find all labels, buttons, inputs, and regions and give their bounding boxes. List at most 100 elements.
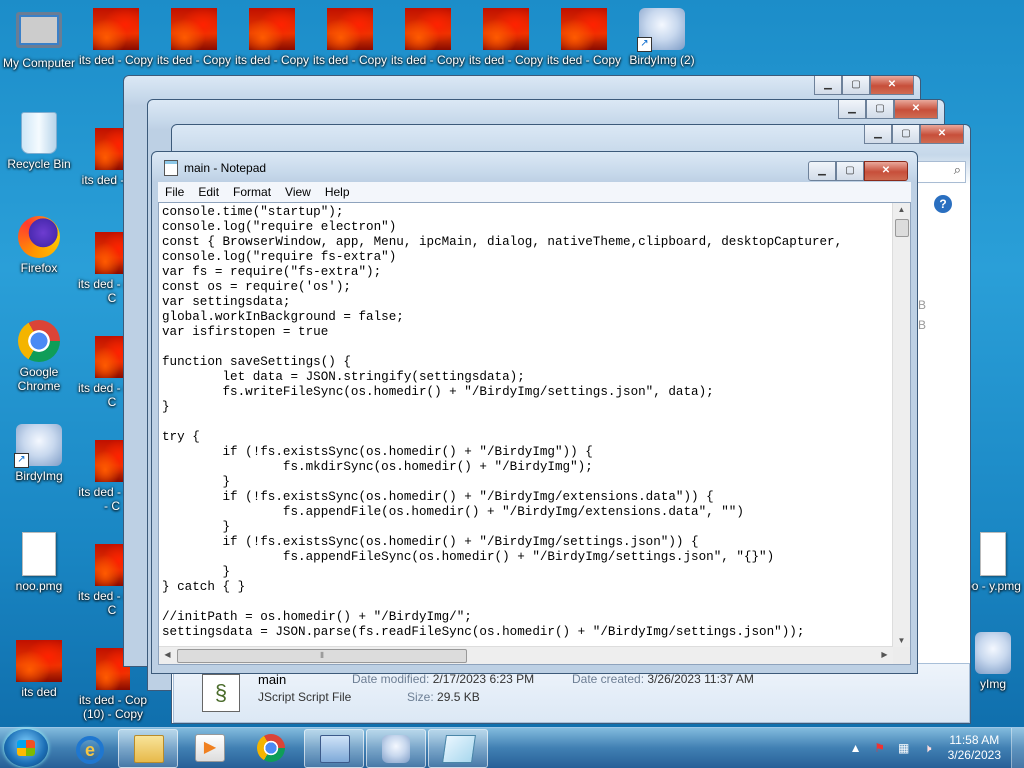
- details-size: Size: 29.5 KB: [407, 690, 480, 704]
- taskbar-internet-explorer[interactable]: e: [58, 729, 116, 766]
- vertical-scroll-thumb[interactable]: [895, 219, 909, 237]
- minimize-button[interactable]: ▁: [864, 125, 892, 144]
- taskbar-birdyimg[interactable]: [366, 729, 426, 768]
- vertical-scrollbar[interactable]: ▲ ▼: [892, 203, 910, 647]
- computer-icon: [16, 12, 62, 48]
- network-icon[interactable]: ▦: [896, 740, 912, 756]
- start-button[interactable]: [4, 729, 48, 767]
- scrollbar-corner: [893, 647, 910, 664]
- desktop-icon-recycle-bin[interactable]: Recycle Bin: [0, 112, 78, 171]
- desktop-icon-label: its ded - Copy: [78, 53, 154, 67]
- menu-format[interactable]: Format: [226, 185, 278, 199]
- desktop-icon-firefox[interactable]: Firefox: [0, 216, 78, 275]
- desktop-icon-label: oo - y.pmg: [965, 579, 1021, 593]
- horizontal-scroll-thumb[interactable]: ⦀: [177, 649, 467, 663]
- desktop-icon-its-ded-copy[interactable]: its ded - Copy: [233, 8, 311, 67]
- volume-muted-icon[interactable]: 🕨: [920, 740, 936, 756]
- desktop-icon-label: its ded - Copy: [468, 53, 544, 67]
- menu-view[interactable]: View: [278, 185, 318, 199]
- window-controls: ▁ ▢ ✕: [864, 125, 964, 144]
- taskbar-notepad[interactable]: [428, 729, 488, 768]
- scroll-left-arrow-icon[interactable]: ◀: [159, 650, 176, 659]
- desktop-icon-my-computer[interactable]: My Computer: [0, 8, 78, 70]
- window-controls: ▁ ▢ ✕: [838, 100, 938, 119]
- scroll-down-arrow-icon[interactable]: ▼: [893, 636, 910, 645]
- chrome-icon: [18, 320, 60, 362]
- recycle-bin-icon: [21, 112, 57, 154]
- clock[interactable]: 11:58 AM 3/26/2023: [948, 733, 1001, 763]
- desktop-icon-oo-y-pmg[interactable]: oo - y.pmg: [962, 532, 1024, 593]
- desktop-icon-noo-pmg[interactable]: noo.pmg: [0, 532, 78, 593]
- text-editor[interactable]: console.time("startup"); console.log("re…: [158, 202, 911, 665]
- taskbar: e ▶ ▲ ⚑ ▦ 🕨 11:58 AM 3/26/2023: [0, 727, 1024, 768]
- shortcut-arrow-icon: ↗: [637, 37, 652, 52]
- minimize-button[interactable]: ▁: [808, 161, 836, 181]
- size-column-fragment: B B: [917, 298, 926, 332]
- minimize-button[interactable]: ▁: [814, 76, 842, 95]
- details-modified: Date modified: 2/17/2023 6:23 PM: [352, 672, 535, 686]
- scroll-right-arrow-icon[interactable]: ▶: [876, 650, 893, 659]
- desktop-icon-label: Google Chrome: [17, 365, 61, 393]
- details-file-name: main: [258, 672, 287, 687]
- show-hidden-icons-icon[interactable]: ▲: [848, 740, 864, 756]
- desktop-icon-label: its ded - Cop (10) - Copy: [78, 693, 148, 721]
- details-created: Date created: 3/26/2023 11:37 AM: [572, 672, 754, 686]
- taskbar-chrome[interactable]: [242, 729, 300, 766]
- desktop-icon-its-ded-copy[interactable]: its ded - Copy: [467, 8, 545, 67]
- birdyimg-icon: ↗: [637, 8, 685, 52]
- clock-time: 11:58 AM: [949, 733, 1000, 747]
- horizontal-scrollbar[interactable]: ◀ ⦀ ▶: [159, 646, 893, 664]
- birdyimg-icon: [975, 632, 1011, 674]
- system-tray: ▲ ⚑ ▦ 🕨 11:58 AM 3/26/2023: [844, 728, 1024, 768]
- desktop-icon-birdyimg-2[interactable]: ↗ BirdyImg (2): [623, 8, 701, 67]
- fire-image-icon: [327, 8, 373, 50]
- internet-explorer-icon: e: [76, 736, 104, 764]
- desktop-icon-label: noo.pmg: [15, 579, 63, 593]
- menu-edit[interactable]: Edit: [191, 185, 226, 199]
- maximize-button[interactable]: ▢: [836, 161, 864, 181]
- close-button[interactable]: ✕: [920, 125, 964, 144]
- close-button[interactable]: ✕: [864, 161, 908, 181]
- taskbar-windows-explorer[interactable]: [118, 729, 178, 768]
- desktop-icon-its-ded-copy[interactable]: its ded - Copy: [155, 8, 233, 67]
- shortcut-arrow-icon: ↗: [14, 453, 29, 468]
- show-desktop-button[interactable]: [1011, 728, 1024, 768]
- desktop-icon-label: BirdyImg: [15, 469, 63, 483]
- help-icon[interactable]: ?: [934, 195, 952, 213]
- maximize-button[interactable]: ▢: [866, 100, 894, 119]
- close-button[interactable]: ✕: [894, 100, 938, 119]
- close-button[interactable]: ✕: [870, 76, 914, 95]
- minimize-button[interactable]: ▁: [838, 100, 866, 119]
- maximize-button[interactable]: ▢: [892, 125, 920, 144]
- editor-text[interactable]: console.time("startup"); console.log("re…: [162, 205, 892, 647]
- desktop-icon-its-ded-copy[interactable]: its ded - Copy: [77, 8, 155, 67]
- desktop-icon-its-ded-copy[interactable]: its ded - Copy: [545, 8, 623, 67]
- desktop-icon-label: My Computer: [2, 56, 76, 70]
- notepad-window[interactable]: main - Notepad ▁ ▢ ✕ File Edit Format Vi…: [151, 151, 918, 674]
- desktop-icon-its-ded-copy[interactable]: its ded - Copy: [389, 8, 467, 67]
- window-controls: ▁ ▢ ✕: [814, 76, 914, 95]
- search-box[interactable]: ⌕: [910, 161, 966, 183]
- desktop-icon-its-ded-copy[interactable]: its ded - Copy: [311, 8, 389, 67]
- menu-file[interactable]: File: [158, 185, 191, 199]
- blank-file-icon: [22, 532, 56, 576]
- fire-image-icon: [405, 8, 451, 50]
- menu-help[interactable]: Help: [318, 185, 357, 199]
- taskbar-control-panel[interactable]: [304, 729, 364, 768]
- birdyimg-icon: ↗: [14, 424, 62, 468]
- action-center-flag-icon[interactable]: ⚑: [872, 740, 888, 756]
- media-player-icon: ▶: [195, 734, 225, 762]
- fire-image-icon: [561, 8, 607, 50]
- desktop-icon-birdyimg[interactable]: ↗ BirdyImg: [0, 424, 78, 483]
- scroll-up-arrow-icon[interactable]: ▲: [893, 205, 910, 214]
- taskbar-media-player[interactable]: ▶: [180, 729, 238, 766]
- desktop-icon-its-ded[interactable]: its ded: [0, 640, 78, 699]
- desktop-icon-google-chrome[interactable]: Google Chrome: [0, 320, 78, 393]
- maximize-button[interactable]: ▢: [842, 76, 870, 95]
- fire-image-icon: [249, 8, 295, 50]
- clock-date: 3/26/2023: [947, 748, 1001, 762]
- desktop-icon-yimg[interactable]: yImg: [962, 632, 1024, 691]
- desktop-icon-label: its ded - Copy: [312, 53, 388, 67]
- desktop-icon-label: Firefox: [20, 261, 58, 275]
- notepad-icon: [164, 160, 178, 176]
